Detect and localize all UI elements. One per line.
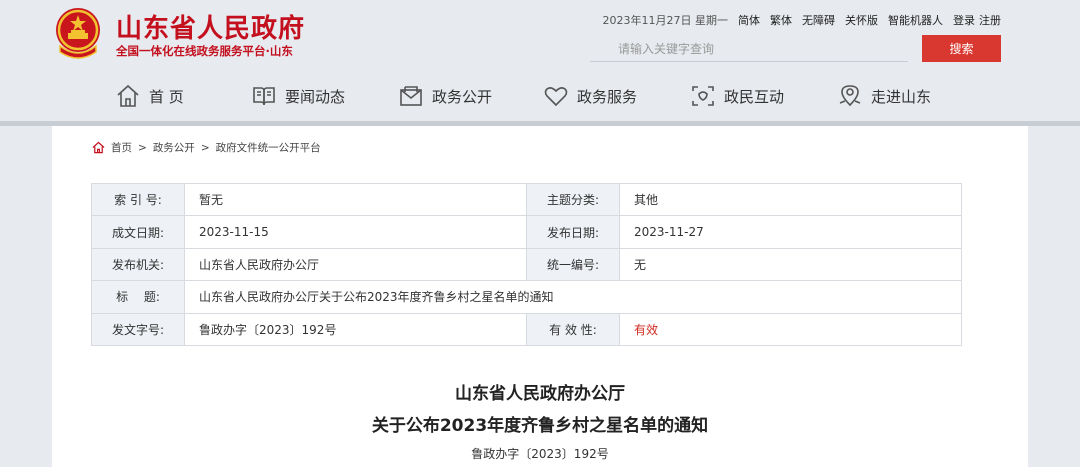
search-button[interactable]: 搜索	[922, 35, 1001, 62]
created-date-value: 2023-11-15	[184, 215, 527, 249]
title-value: 山东省人民政府办公厅关于公布2023年度齐鲁乡村之星名单的通知	[184, 280, 962, 314]
created-date-label: 成文日期:	[91, 215, 185, 249]
nav-interaction[interactable]: 政民互动	[690, 73, 784, 119]
main-nav: 首 页 要闻动态 政务公开 政务服务 政民互动 走进山东	[0, 73, 1080, 119]
breadcrumb: 首页 > 政务公开 > 政府文件统一公开平台	[92, 140, 321, 155]
heart-icon	[544, 87, 568, 107]
issuer-value: 山东省人民政府办公厅	[184, 247, 527, 282]
validity-value: 有效	[619, 312, 962, 346]
site-subtitle: 全国一体化在线政务服务平台·山东	[116, 44, 293, 58]
nav-home-label: 首 页	[149, 87, 184, 106]
issuer-label: 发布机关:	[91, 247, 185, 282]
link-login[interactable]: 登录	[953, 12, 975, 28]
table-row: 成文日期: 2023-11-15 发布日期: 2023-11-27	[91, 215, 962, 249]
document-number: 鲁政办字〔2023〕192号	[471, 447, 609, 461]
docno-value: 鲁政办字〔2023〕192号	[184, 312, 527, 346]
map-pin-icon	[839, 85, 861, 107]
table-row: 发文字号: 鲁政办字〔2023〕192号 有 效 性: 有效	[91, 312, 962, 346]
search-input[interactable]	[590, 36, 908, 62]
nav-gov-service[interactable]: 政务服务	[543, 73, 637, 119]
nav-home[interactable]: 首 页	[115, 73, 184, 119]
table-row: 索 引 号: 暂无 主题分类: 其他	[91, 182, 962, 217]
link-accessibility[interactable]: 无障碍	[802, 12, 835, 28]
nav-shandong-label: 走进山东	[871, 87, 932, 106]
site-title: 山东省人民政府	[116, 14, 306, 44]
serial-label: 统一编号:	[526, 247, 620, 282]
table-row: 标 题: 山东省人民政府办公厅关于公布2023年度齐鲁乡村之星名单的通知	[91, 280, 962, 314]
serial-value: 无	[619, 247, 962, 282]
published-date-label: 发布日期:	[526, 215, 620, 249]
breadcrumb-separator: >	[138, 141, 147, 154]
document-title-line2: 关于公布2023年度齐鲁乡村之星名单的通知	[371, 416, 709, 436]
link-traditional[interactable]: 繁体	[770, 12, 792, 28]
mail-icon	[400, 86, 422, 106]
index-value: 暂无	[184, 182, 527, 217]
docno-label: 发文字号:	[91, 312, 185, 346]
index-label: 索 引 号:	[91, 182, 185, 217]
breadcrumb-home[interactable]: 首页	[111, 140, 132, 155]
nav-news[interactable]: 要闻动态	[251, 73, 345, 119]
document-meta-table: 索 引 号: 暂无 主题分类: 其他 成文日期: 2023-11-15 发布日期…	[91, 182, 962, 346]
nav-shandong[interactable]: 走进山东	[837, 73, 931, 119]
published-date-value: 2023-11-27	[619, 215, 962, 249]
breadcrumb-gov-open[interactable]: 政务公开	[153, 140, 195, 155]
table-row: 发布机关: 山东省人民政府办公厅 统一编号: 无	[91, 247, 962, 282]
link-smart-robot[interactable]: 智能机器人	[888, 12, 943, 28]
link-simplified[interactable]: 简体	[738, 12, 760, 28]
title-label: 标 题:	[91, 280, 185, 314]
nav-interaction-label: 政民互动	[724, 87, 785, 106]
breadcrumb-docs-platform[interactable]: 政府文件统一公开平台	[216, 140, 321, 155]
book-icon	[253, 87, 275, 106]
site-header: 山东省人民政府 全国一体化在线政务服务平台·山东 2023年11月27日 星期一…	[0, 0, 1080, 123]
validity-label: 有 效 性:	[526, 312, 620, 346]
content-panel: 首页 > 政务公开 > 政府文件统一公开平台 索 引 号: 暂无 主题分类: 其…	[52, 126, 1028, 467]
current-date: 2023年11月27日 星期一	[602, 14, 729, 27]
topic-value: 其他	[619, 182, 962, 217]
link-register[interactable]: 注册	[979, 12, 1001, 28]
nav-gov-open[interactable]: 政务公开	[398, 73, 492, 119]
top-links: 2023年11月27日 星期一 简体 繁体 无障碍 关怀版 智能机器人 登录 注…	[603, 12, 1002, 28]
nav-gov-service-label: 政务服务	[577, 87, 638, 106]
document-title-line1: 山东省人民政府办公厅	[455, 384, 625, 404]
link-care-mode[interactable]: 关怀版	[845, 12, 878, 28]
breadcrumb-home-icon	[92, 141, 105, 154]
nav-gov-open-label: 政务公开	[432, 87, 493, 106]
home-icon	[117, 84, 139, 107]
topic-label: 主题分类:	[526, 182, 620, 217]
national-emblem-icon	[56, 8, 100, 59]
breadcrumb-separator: >	[200, 141, 210, 154]
nav-news-label: 要闻动态	[285, 87, 346, 106]
chat-icon	[692, 86, 714, 106]
